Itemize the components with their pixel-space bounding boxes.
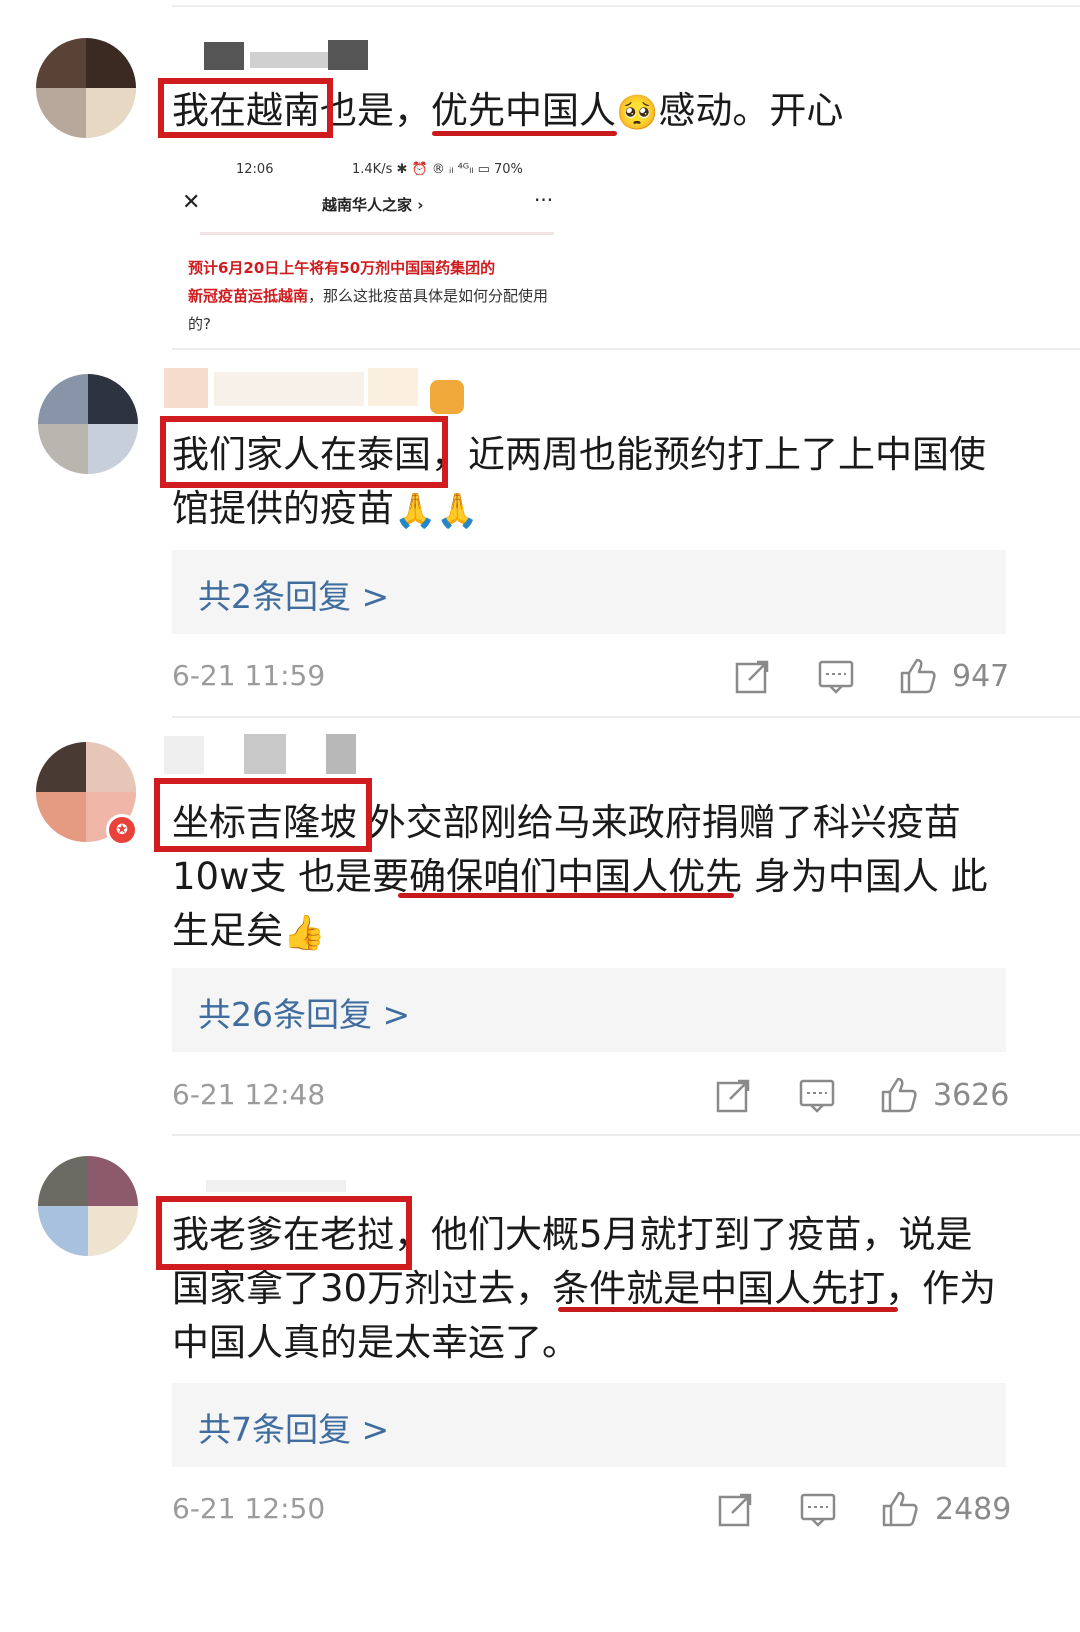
- comment-line: 我在越南也是，优先中国人: [172, 89, 616, 132]
- comment-line: 坐标吉隆坡 外交部刚给马来政府捐赠了科兴疫苗: [172, 801, 961, 844]
- comment-timestamp: 6-21 12:50: [172, 1492, 326, 1525]
- comment-line: 感动。开心: [658, 89, 844, 132]
- avatar[interactable]: [38, 374, 138, 474]
- comment-line-text: 馆提供的疫苗: [172, 487, 394, 530]
- folded-hands-emoji: 🙏🙏: [394, 490, 479, 531]
- like-icon[interactable]: [880, 1489, 920, 1529]
- embed-body: 预计6月20日上午将有50万剂中国国药集团的 新冠疫苗运抵越南，那么这批疫苗具体…: [188, 254, 558, 338]
- comment-text: 坐标吉隆坡 外交部刚给马来政府捐赠了科兴疫苗 10w支 也是要确保咱们中国人优先…: [172, 796, 988, 958]
- comment-line: 生足矣👍: [172, 904, 988, 958]
- thumbs-up-emoji: 👍: [283, 912, 326, 953]
- share-icon[interactable]: [714, 1075, 754, 1115]
- comment-icon[interactable]: [798, 1489, 838, 1529]
- like-icon[interactable]: [879, 1075, 919, 1115]
- comment-text: 我们家人在泰国，近两周也能预约打上了上中国使 馆提供的疫苗🙏🙏: [172, 428, 986, 536]
- embed-highlight: 预计6月20日上午将有50万剂中国国药集团的: [188, 259, 496, 277]
- top-divider: [172, 5, 1080, 7]
- username-obscured[interactable]: [328, 40, 368, 70]
- comment-icon[interactable]: [816, 656, 856, 696]
- username-obscured[interactable]: [164, 736, 204, 774]
- view-replies-link[interactable]: 共2条回复 >: [198, 570, 389, 618]
- share-icon[interactable]: [733, 656, 773, 696]
- username-obscured[interactable]: [250, 52, 330, 68]
- replies-box[interactable]: 共2条回复 >: [172, 550, 1006, 634]
- comment-text: 我在越南也是，优先中国人🥺感动。开心: [172, 84, 843, 140]
- close-icon: ✕: [182, 190, 201, 215]
- username-obscured[interactable]: [214, 372, 364, 406]
- comment-text: 我老爹在老挝，他们大概5月就打到了疫苗，说是 国家拿了30万剂过去，条件就是中国…: [172, 1208, 996, 1370]
- username-obscured[interactable]: [164, 368, 208, 408]
- like-icon[interactable]: [898, 656, 938, 696]
- username-obscured[interactable]: [326, 734, 356, 774]
- avatar[interactable]: [38, 1156, 138, 1256]
- verified-badge-icon: ✪: [106, 814, 138, 846]
- comment-divider: [172, 716, 1080, 718]
- avatar[interactable]: [36, 38, 136, 138]
- comment-line-text: 生足矣: [172, 909, 283, 952]
- pleading-face-emoji: 🥺: [616, 92, 659, 133]
- replies-box[interactable]: 共7条回复 >: [172, 1383, 1006, 1467]
- status-time: 12:06: [236, 162, 274, 177]
- embedded-screenshot[interactable]: 12:06 1.4K/s ✱ ⏰ ® ᵢₗ ⁴ᴳₗₗ ▭ 70% ✕ 越南华人之…: [172, 150, 562, 345]
- view-replies-link[interactable]: 共26条回复 >: [198, 988, 410, 1036]
- comment-divider: [172, 348, 1080, 350]
- username-obscured[interactable]: [368, 368, 418, 406]
- username-obscured[interactable]: [204, 42, 244, 70]
- divider: [200, 232, 554, 235]
- view-replies-link[interactable]: 共7条回复 >: [198, 1403, 389, 1451]
- comment-timestamp: 6-21 12:48: [172, 1078, 326, 1111]
- comment-icon[interactable]: [797, 1075, 837, 1115]
- username-obscured[interactable]: [206, 1180, 346, 1192]
- comment-line: 我们家人在泰国，近两周也能预约打上了上中国使: [172, 433, 986, 476]
- comment-line: 馆提供的疫苗🙏🙏: [172, 482, 986, 536]
- comment-line: 10w支 也是要确保咱们中国人优先 身为中国人 此: [172, 855, 988, 898]
- comment-timestamp: 6-21 11:59: [172, 659, 326, 692]
- crown-badge-icon: [430, 380, 464, 414]
- username-obscured[interactable]: [244, 734, 286, 774]
- embed-highlight: 新冠疫苗运抵越南: [188, 287, 309, 305]
- comment-line: 中国人真的是太幸运了。: [172, 1321, 579, 1364]
- replies-box[interactable]: 共26条回复 >: [172, 968, 1006, 1052]
- status-indicators: 1.4K/s ✱ ⏰ ® ᵢₗ ⁴ᴳₗₗ ▭ 70%: [352, 162, 523, 177]
- like-count: 2489: [935, 1492, 1012, 1527]
- share-icon[interactable]: [716, 1489, 756, 1529]
- like-count: 3626: [933, 1078, 1010, 1113]
- comment-line: 我老爹在老挝，他们大概5月就打到了疫苗，说是: [172, 1213, 973, 1256]
- like-count: 947: [952, 659, 1010, 694]
- embed-title: 越南华人之家 ›: [322, 196, 424, 214]
- more-icon: ···: [534, 188, 554, 212]
- comment-divider: [172, 1134, 1080, 1136]
- comment-line: 国家拿了30万剂过去，条件就是中国人先打，作为: [172, 1267, 997, 1310]
